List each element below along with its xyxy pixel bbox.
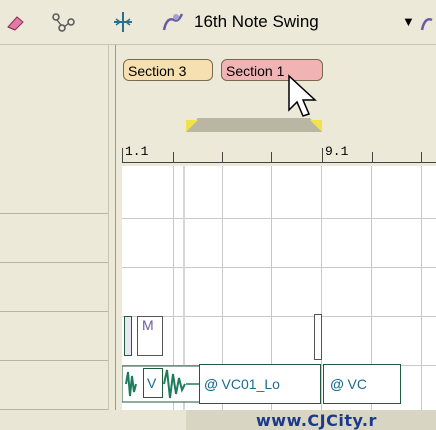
groove-name-label: 16th Note Swing xyxy=(194,12,319,31)
midi-clip[interactable]: M xyxy=(137,316,163,356)
clip-marker[interactable] xyxy=(314,314,322,360)
audio-clip-vc01[interactable]: @ VC01_Lo xyxy=(199,364,321,404)
groove-icon-2[interactable] xyxy=(420,10,436,34)
track-row[interactable] xyxy=(0,312,108,361)
ruler-tick xyxy=(421,152,422,162)
toolbar: 16th Note Swing ▼ xyxy=(0,0,436,45)
audio-clip[interactable]: V xyxy=(143,368,163,398)
split-icon[interactable] xyxy=(110,10,136,34)
track-row[interactable] xyxy=(0,165,108,214)
ruler-tick xyxy=(222,152,223,162)
grid-line xyxy=(122,267,436,268)
watermark-text: www.CJCity.r xyxy=(256,411,377,430)
audio-clip-vc[interactable]: @ VC xyxy=(323,364,401,404)
clip-link-icon: @ xyxy=(330,376,344,392)
mouse-cursor-icon xyxy=(288,74,317,117)
ruler-tick xyxy=(271,152,272,162)
grid-line xyxy=(321,166,322,410)
grid-line xyxy=(122,316,436,317)
eraser-icon[interactable] xyxy=(4,10,28,34)
audio-clip-label: V xyxy=(147,375,157,391)
panel-splitter[interactable] xyxy=(108,45,116,410)
midi-clip-small[interactable] xyxy=(124,316,132,356)
ruler-mark-9: 9.1 xyxy=(325,144,349,159)
ruler-baseline xyxy=(122,162,436,163)
grid-line xyxy=(421,166,422,410)
track-row[interactable] xyxy=(0,263,108,312)
connect-nodes-icon[interactable] xyxy=(50,10,76,34)
clip-link-icon: @ xyxy=(204,376,218,392)
ruler-mark-1: 1.1 xyxy=(125,144,149,159)
track-header-panel xyxy=(0,45,108,410)
ruler-tick xyxy=(372,152,373,162)
grid-line xyxy=(122,218,436,219)
track-row[interactable] xyxy=(0,361,108,410)
midi-clip-label: M xyxy=(142,317,154,333)
section-3-tab[interactable]: Section 3 xyxy=(123,59,213,81)
chevron-down-icon[interactable]: ▼ xyxy=(402,14,415,29)
sections-bar: Section 3 Section 1 xyxy=(117,45,436,95)
ruler-tick xyxy=(122,148,123,162)
ruler-tick xyxy=(322,148,323,162)
audio-clip-label: VC01_Lo xyxy=(221,376,280,392)
audio-clip-label: VC xyxy=(347,376,367,392)
groove-icon[interactable] xyxy=(160,10,186,34)
ruler-tick xyxy=(173,152,174,162)
track-row[interactable] xyxy=(0,214,108,263)
